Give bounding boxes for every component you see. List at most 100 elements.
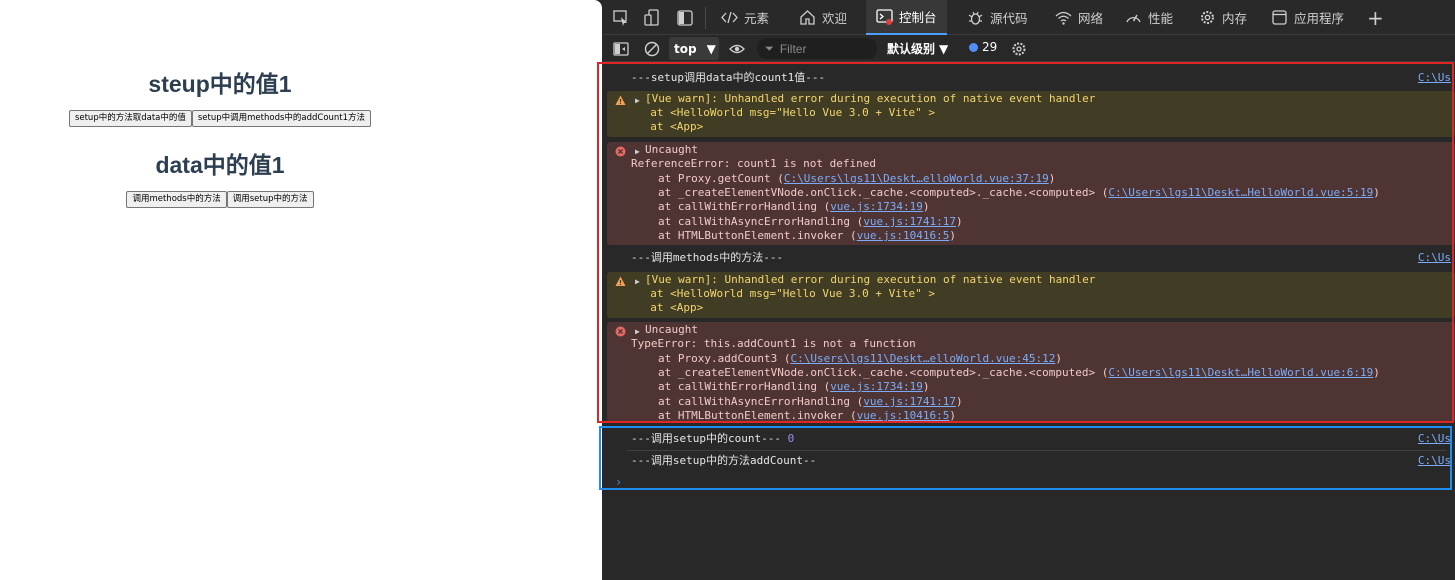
- stack-frame-link[interactable]: C:\Users\lgs11\Deskt…HelloWorld.vue:5:19: [1108, 186, 1373, 199]
- stack-frame-link[interactable]: C:\Users\lgs11\Deskt…HelloWorld.vue:6:19: [1108, 366, 1373, 379]
- console-log-message: ---调用setup中的count--- 0 C:\Us: [607, 430, 1455, 450]
- tab-console[interactable]: 控制台: [866, 0, 947, 35]
- clear-console-icon[interactable]: [644, 41, 660, 57]
- stack-frame: at Proxy.addCount3 (C:\Users\lgs11\Deskt…: [658, 352, 1062, 365]
- console-prompt-icon[interactable]: ›: [615, 475, 622, 489]
- warning-line: at <HelloWorld msg="Hello Vue 3.0 + Vite…: [637, 287, 936, 300]
- console-warning-message: ▶ [Vue warn]: Unhandled error during exe…: [607, 272, 1455, 318]
- bug-icon: [968, 11, 983, 25]
- live-expression-eye-icon[interactable]: [729, 41, 745, 57]
- inspect-icon[interactable]: [612, 9, 630, 27]
- filter-box[interactable]: ⏷: [757, 38, 877, 59]
- error-title: Uncaught: [645, 143, 698, 156]
- tab-performance[interactable]: 性能: [1125, 0, 1173, 35]
- setup-call-methods-button[interactable]: setup中调用methods中的addCount1方法: [191, 110, 372, 127]
- stack-frame-link[interactable]: vue.js:10416:5: [857, 409, 950, 422]
- console-settings-gear-icon[interactable]: [1011, 41, 1027, 57]
- filter-input[interactable]: [779, 41, 870, 56]
- console-warning-message: ▶ [Vue warn]: Unhandled error during exe…: [607, 91, 1455, 137]
- setup-get-data-button[interactable]: setup中的方法取data中的值: [68, 110, 192, 127]
- console-error-message: ▶ Uncaught TypeError: this.addCount1 is …: [607, 322, 1455, 422]
- dock-sidebar-icon[interactable]: [676, 9, 694, 27]
- data-value-heading: data中的值1: [155, 152, 285, 178]
- tab-network[interactable]: 网络: [1055, 0, 1103, 35]
- call-setup-button[interactable]: 调用setup中的方法: [226, 191, 314, 208]
- source-link[interactable]: C:\Us: [1418, 251, 1451, 264]
- warning-line: at <HelloWorld msg="Hello Vue 3.0 + Vite…: [637, 106, 936, 119]
- tab-sources[interactable]: 源代码: [967, 0, 1028, 35]
- app-page: steup中的值1 setup中的方法取data中的值 setup中调用meth…: [0, 0, 602, 580]
- warning-line: [Vue warn]: Unhandled error during execu…: [645, 92, 1096, 105]
- stack-frame: at callWithErrorHandling (vue.js:1734:19…: [658, 380, 930, 393]
- tab-label: 欢迎: [822, 11, 848, 26]
- stack-frame: at Proxy.getCount (C:\Users\lgs11\Deskt……: [658, 172, 1056, 185]
- button-row-methods: 调用methods中的方法 调用setup中的方法: [0, 191, 440, 208]
- stack-frame-link[interactable]: vue.js:1734:19: [830, 380, 923, 393]
- source-link[interactable]: C:\Us: [1418, 454, 1451, 467]
- tab-label: 网络: [1078, 11, 1104, 26]
- devtools-tabbar: 元素 欢迎 控制台 源代码 网络 性能 内存 应用程序 +: [603, 0, 1455, 35]
- stack-frame: at HTMLButtonElement.invoker (vue.js:104…: [658, 229, 957, 242]
- warning-line: at <App>: [637, 301, 704, 314]
- chevron-down-icon: ▼: [706, 41, 716, 56]
- filter-icon: ⏷: [765, 41, 774, 55]
- tab-memory[interactable]: 内存: [1199, 0, 1247, 35]
- context-selector[interactable]: top ▼: [669, 37, 719, 60]
- error-icon: [615, 326, 626, 337]
- log-number-value: 0: [787, 432, 795, 445]
- chevron-down-icon: ▼: [939, 41, 949, 56]
- levels-label: 默认级别: [887, 42, 936, 56]
- source-link[interactable]: C:\Us: [1418, 71, 1451, 84]
- warning-icon: [615, 95, 626, 105]
- error-message-text: TypeError: this.addCount1 is not a funct…: [631, 337, 916, 350]
- tab-application[interactable]: 应用程序: [1271, 0, 1344, 35]
- message-divider: [627, 450, 1447, 451]
- stack-frame: at _createElementVNode.onClick._cache.<c…: [658, 366, 1380, 379]
- wifi-icon: [1055, 11, 1072, 25]
- log-text: ---调用methods中的方法---: [631, 251, 784, 264]
- setup-value-heading: steup中的值1: [148, 71, 292, 97]
- stack-frame: at callWithAsyncErrorHandling (vue.js:17…: [658, 215, 963, 228]
- tab-label: 内存: [1222, 11, 1248, 26]
- add-tab-icon[interactable]: +: [1367, 6, 1384, 30]
- tab-label: 源代码: [990, 11, 1028, 26]
- stack-frame-link[interactable]: vue.js:10416:5: [857, 229, 950, 242]
- sidebar-toggle-icon[interactable]: [613, 41, 629, 57]
- console-toolbar: top ▼ ⏷ 默认级别 ▼ 29: [603, 36, 1455, 62]
- tab-label: 元素: [744, 11, 770, 26]
- stack-frame-link[interactable]: vue.js:1741:17: [863, 215, 956, 228]
- issues-counter[interactable]: 29: [969, 40, 997, 54]
- button-row-setup: setup中的方法取data中的值 setup中调用methods中的addCo…: [0, 110, 440, 127]
- console-error-message: ▶ Uncaught ReferenceError: count1 is not…: [607, 142, 1455, 245]
- console-log-message: ---调用setup中的方法addCount-- C:\Us: [607, 452, 1455, 472]
- tab-label: 控制台: [899, 10, 937, 25]
- source-link[interactable]: C:\Us: [1418, 432, 1451, 445]
- stack-frame: at _createElementVNode.onClick._cache.<c…: [658, 186, 1380, 199]
- stack-frame: at callWithErrorHandling (vue.js:1734:19…: [658, 200, 930, 213]
- tabbar-divider: [705, 7, 706, 29]
- log-levels-dropdown[interactable]: 默认级别 ▼: [887, 40, 948, 57]
- stack-frame: at HTMLButtonElement.invoker (vue.js:104…: [658, 409, 957, 422]
- stack-frame: at callWithAsyncErrorHandling (vue.js:17…: [658, 395, 963, 408]
- log-text: ---setup调用data中的count1值---: [631, 71, 826, 84]
- stack-frame-link[interactable]: vue.js:1741:17: [863, 395, 956, 408]
- devtools-panel: 元素 欢迎 控制台 源代码 网络 性能 内存 应用程序 + top ▼ ⏷ Fi…: [603, 0, 1455, 580]
- warning-icon: [615, 276, 626, 286]
- stack-frame-link[interactable]: C:\Users\lgs11\Deskt…elloWorld.vue:45:12: [790, 352, 1055, 365]
- gauge-icon: [1126, 14, 1141, 23]
- stack-frame-link[interactable]: vue.js:1734:19: [830, 200, 923, 213]
- home-icon: [800, 10, 815, 25]
- warning-line: at <App>: [637, 120, 704, 133]
- console-log-message: ---调用methods中的方法--- C:\Us: [607, 249, 1455, 269]
- tab-welcome[interactable]: 欢迎: [799, 0, 847, 35]
- device-emulation-icon[interactable]: [644, 9, 662, 27]
- warning-line: [Vue warn]: Unhandled error during execu…: [645, 273, 1096, 286]
- error-title: Uncaught: [645, 323, 698, 336]
- console-icon: [876, 9, 893, 25]
- context-value: top: [674, 41, 697, 56]
- stack-frame-link[interactable]: C:\Users\lgs11\Deskt…elloWorld.vue:37:19: [784, 172, 1049, 185]
- issues-count: 29: [982, 40, 998, 54]
- issues-icon: [969, 42, 978, 52]
- tab-elements[interactable]: 元素: [721, 0, 769, 35]
- call-methods-button[interactable]: 调用methods中的方法: [126, 191, 227, 208]
